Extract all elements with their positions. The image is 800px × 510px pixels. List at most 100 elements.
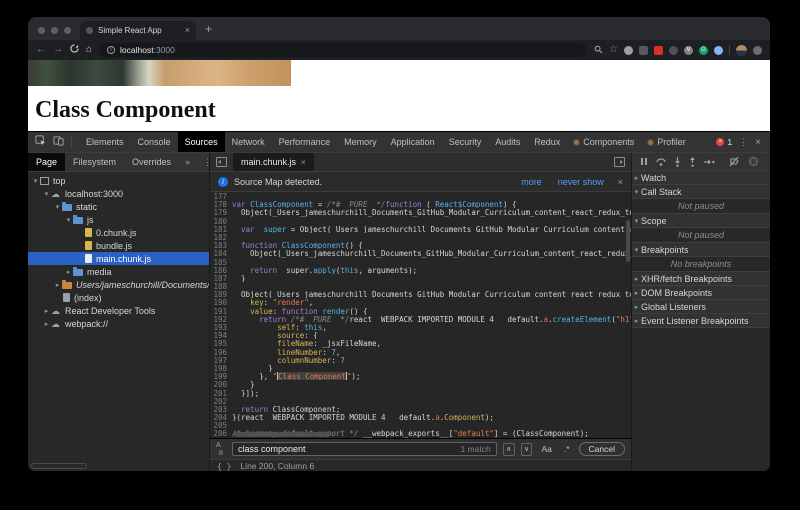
debugger-section-global-listeners[interactable]: ▸Global Listeners (632, 300, 770, 314)
tree-item-media[interactable]: ▸media (28, 265, 209, 278)
line-number[interactable]: 198 (210, 364, 232, 372)
chevron-down-icon[interactable]: ▾ (64, 216, 73, 224)
devtools-tab-application[interactable]: Application (384, 132, 442, 152)
error-badge[interactable]: × 1 (716, 137, 732, 147)
line-number[interactable]: 199 (210, 372, 232, 380)
tree-item-index[interactable]: (index) (28, 291, 209, 304)
ext-grammarly-icon[interactable]: G (699, 46, 708, 55)
chevron-right-icon[interactable]: ▸ (632, 303, 641, 311)
line-number[interactable]: 184 (210, 249, 232, 257)
chevron-down-icon[interactable]: ▾ (31, 177, 40, 185)
sidebar-tab-overrides[interactable]: Overrides (124, 153, 179, 171)
line-number[interactable]: 206 (210, 429, 232, 437)
editor-tab-main-chunk[interactable]: main.chunk.js × (233, 153, 314, 171)
tree-item-static[interactable]: ▾static (28, 200, 209, 213)
tree-item-0-chunk-js[interactable]: 0.chunk.js (28, 226, 209, 239)
cancel-button[interactable]: Cancel (579, 442, 625, 456)
regex-button[interactable]: .* (561, 444, 573, 454)
devtools-menu-icon[interactable]: ⋮ (739, 137, 748, 148)
deactivate-breakpoints-icon[interactable] (729, 157, 740, 167)
line-number[interactable]: 191 (210, 307, 232, 315)
line-number[interactable]: 182 (210, 233, 232, 241)
tree-item-top[interactable]: ▾top (28, 174, 209, 187)
debugger-section-event-listener-breakpoints[interactable]: ▸Event Listener Breakpoints (632, 314, 770, 328)
line-number[interactable]: 193 (210, 323, 232, 331)
line-number[interactable]: 186 (210, 266, 232, 274)
debugger-section-scope[interactable]: ▾Scope (632, 214, 770, 228)
ext-redux-icon[interactable] (654, 46, 663, 55)
code-lines[interactable]: 177178var ClassComponent = /*#__PURE__*/… (210, 192, 631, 438)
ext-shortcuts-icon[interactable] (714, 46, 723, 55)
inspect-element-icon[interactable] (35, 133, 46, 151)
ext-vue-icon[interactable]: V (684, 46, 693, 55)
line-number[interactable]: 178 (210, 200, 232, 208)
chevron-right-icon[interactable]: ▸ (632, 174, 641, 182)
tree-item-react-developer-tools[interactable]: ▸☁React Developer Tools (28, 304, 209, 317)
find-replace-icon[interactable]: AB (216, 443, 226, 456)
devtools-tab-redux[interactable]: Redux (527, 132, 567, 152)
line-number[interactable]: 205 (210, 421, 232, 429)
editor-vscrollbar[interactable] (626, 220, 630, 262)
chevron-down-icon[interactable]: ▾ (53, 203, 62, 211)
search-input[interactable]: class component 1 match (232, 442, 497, 456)
tree-item-main-chunk-js[interactable]: main.chunk.js (28, 252, 209, 265)
forward-icon[interactable]: → (53, 45, 63, 55)
line-number[interactable]: 188 (210, 282, 232, 290)
browser-tab[interactable]: Simple React App × (80, 21, 196, 40)
devtools-tab-memory[interactable]: Memory (337, 132, 384, 152)
sidebar-hscrollbar[interactable] (31, 463, 87, 469)
zoom-window-button[interactable] (64, 27, 71, 34)
minimize-window-button[interactable] (51, 27, 58, 34)
line-number[interactable]: 183 (210, 241, 232, 249)
line-number[interactable]: 196 (210, 348, 232, 356)
device-toolbar-icon[interactable] (53, 133, 64, 151)
pretty-print-icon[interactable]: { } (217, 462, 231, 471)
site-info-icon[interactable]: i (107, 46, 115, 54)
ext-react-icon[interactable] (669, 46, 678, 55)
devtools-tab-components[interactable]: Components (567, 132, 641, 152)
devtools-tab-sources[interactable]: Sources (178, 132, 225, 152)
browser-menu-icon[interactable] (753, 46, 762, 55)
new-tab-button[interactable]: + (196, 22, 222, 40)
traffic-lights[interactable] (28, 27, 80, 40)
bookmark-star-icon[interactable]: ☆ (609, 45, 618, 55)
chevron-right-icon[interactable]: ▸ (53, 281, 62, 289)
line-number[interactable]: 195 (210, 339, 232, 347)
address-bar[interactable]: i localhost:3000 (99, 43, 587, 57)
close-window-button[interactable] (38, 27, 45, 34)
line-number[interactable]: 203 (210, 405, 232, 413)
line-number[interactable]: 197 (210, 356, 232, 364)
chevron-right-icon[interactable]: ▸ (632, 275, 641, 283)
collapse-sidebar-icon[interactable] (216, 157, 227, 167)
devtools-tab-console[interactable]: Console (131, 132, 178, 152)
devtools-close-icon[interactable]: × (755, 137, 761, 148)
editor-hscrollbar[interactable] (234, 432, 330, 437)
line-number[interactable]: 189 (210, 290, 232, 298)
previous-match-icon[interactable]: ∧ (503, 443, 515, 456)
devtools-tab-audits[interactable]: Audits (488, 132, 527, 152)
match-case-button[interactable]: Aa (538, 444, 554, 454)
pause-script-icon[interactable] (640, 157, 648, 166)
line-number[interactable]: 200 (210, 380, 232, 388)
infobar-close-icon[interactable]: × (618, 177, 623, 187)
sourcemap-more-link[interactable]: more (521, 177, 542, 187)
pause-on-exceptions-icon[interactable] (748, 156, 759, 167)
zoom-search-icon[interactable] (594, 41, 603, 59)
chevron-right-icon[interactable]: ▸ (632, 317, 641, 325)
editor-tab-close-icon[interactable]: × (301, 158, 306, 167)
step-icon[interactable] (704, 158, 715, 166)
expand-debugger-icon[interactable] (614, 157, 625, 167)
line-number[interactable]: 202 (210, 397, 232, 405)
step-into-icon[interactable] (674, 157, 681, 167)
line-number[interactable]: 181 (210, 225, 232, 233)
sidebar-overflow-icon[interactable]: » (179, 157, 196, 167)
debugger-section-xhr-fetch-breakpoints[interactable]: ▸XHR/fetch Breakpoints (632, 272, 770, 286)
line-number[interactable]: 187 (210, 274, 232, 282)
chevron-right-icon[interactable]: ▸ (632, 289, 641, 297)
chevron-down-icon[interactable]: ▾ (632, 246, 641, 254)
tree-item-bundle-js[interactable]: bundle.js (28, 239, 209, 252)
debugger-section-watch[interactable]: ▸Watch (632, 171, 770, 185)
next-match-icon[interactable]: ∨ (521, 443, 533, 456)
reload-icon[interactable] (70, 44, 79, 56)
line-number[interactable]: 204 (210, 413, 232, 421)
